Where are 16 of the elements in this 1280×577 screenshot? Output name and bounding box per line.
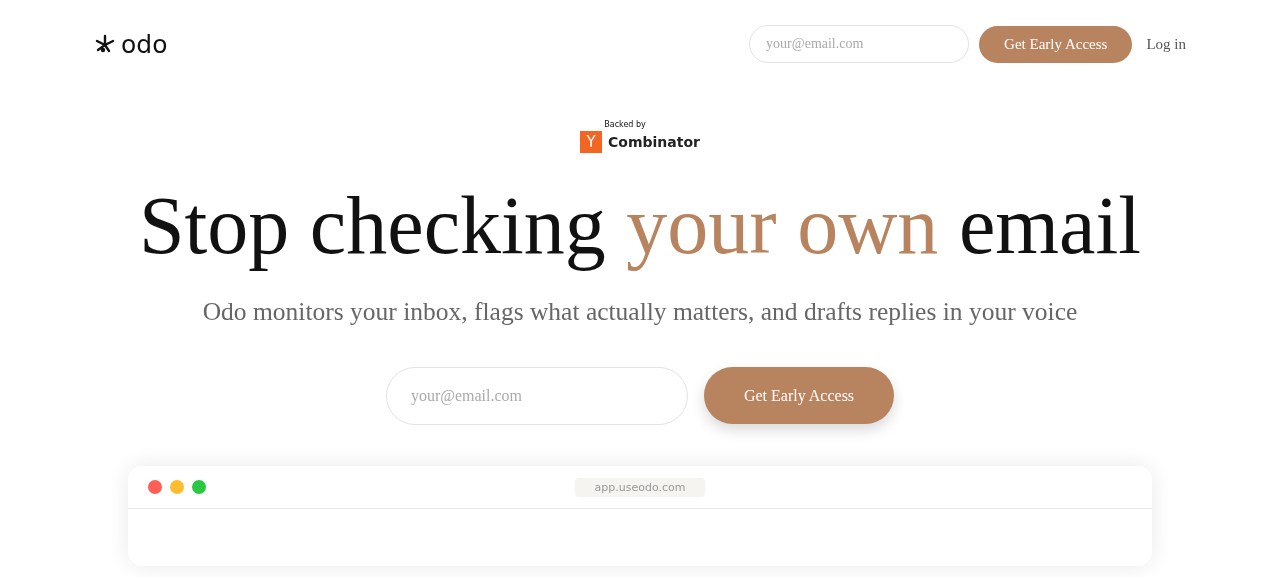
window-dot[interactable]: [170, 480, 184, 495]
window-dot[interactable]: [148, 480, 162, 495]
logo-icon: [94, 34, 116, 54]
backed-by-label: Backed by: [604, 120, 646, 129]
login-link[interactable]: Log in: [1146, 35, 1186, 53]
early-access-button[interactable]: Get Early Access: [979, 25, 1133, 63]
email-field[interactable]: your@email.com: [385, 367, 688, 426]
y-logo: Y: [580, 131, 603, 153]
early-access-button[interactable]: Get Early Access: [703, 367, 895, 425]
window-dot[interactable]: [192, 480, 206, 495]
subtitle: Odo monitors your inbox, flags what actually matters, and drafts replies in your voice: [202, 297, 1078, 328]
combinator-label: Combinator: [608, 134, 700, 150]
email-field[interactable]: your@email.com: [749, 25, 970, 63]
logo-text: odo: [121, 31, 168, 57]
headline: Stop checking your own email: [139, 181, 1141, 272]
url-bar: app.useodo.com: [574, 477, 706, 497]
